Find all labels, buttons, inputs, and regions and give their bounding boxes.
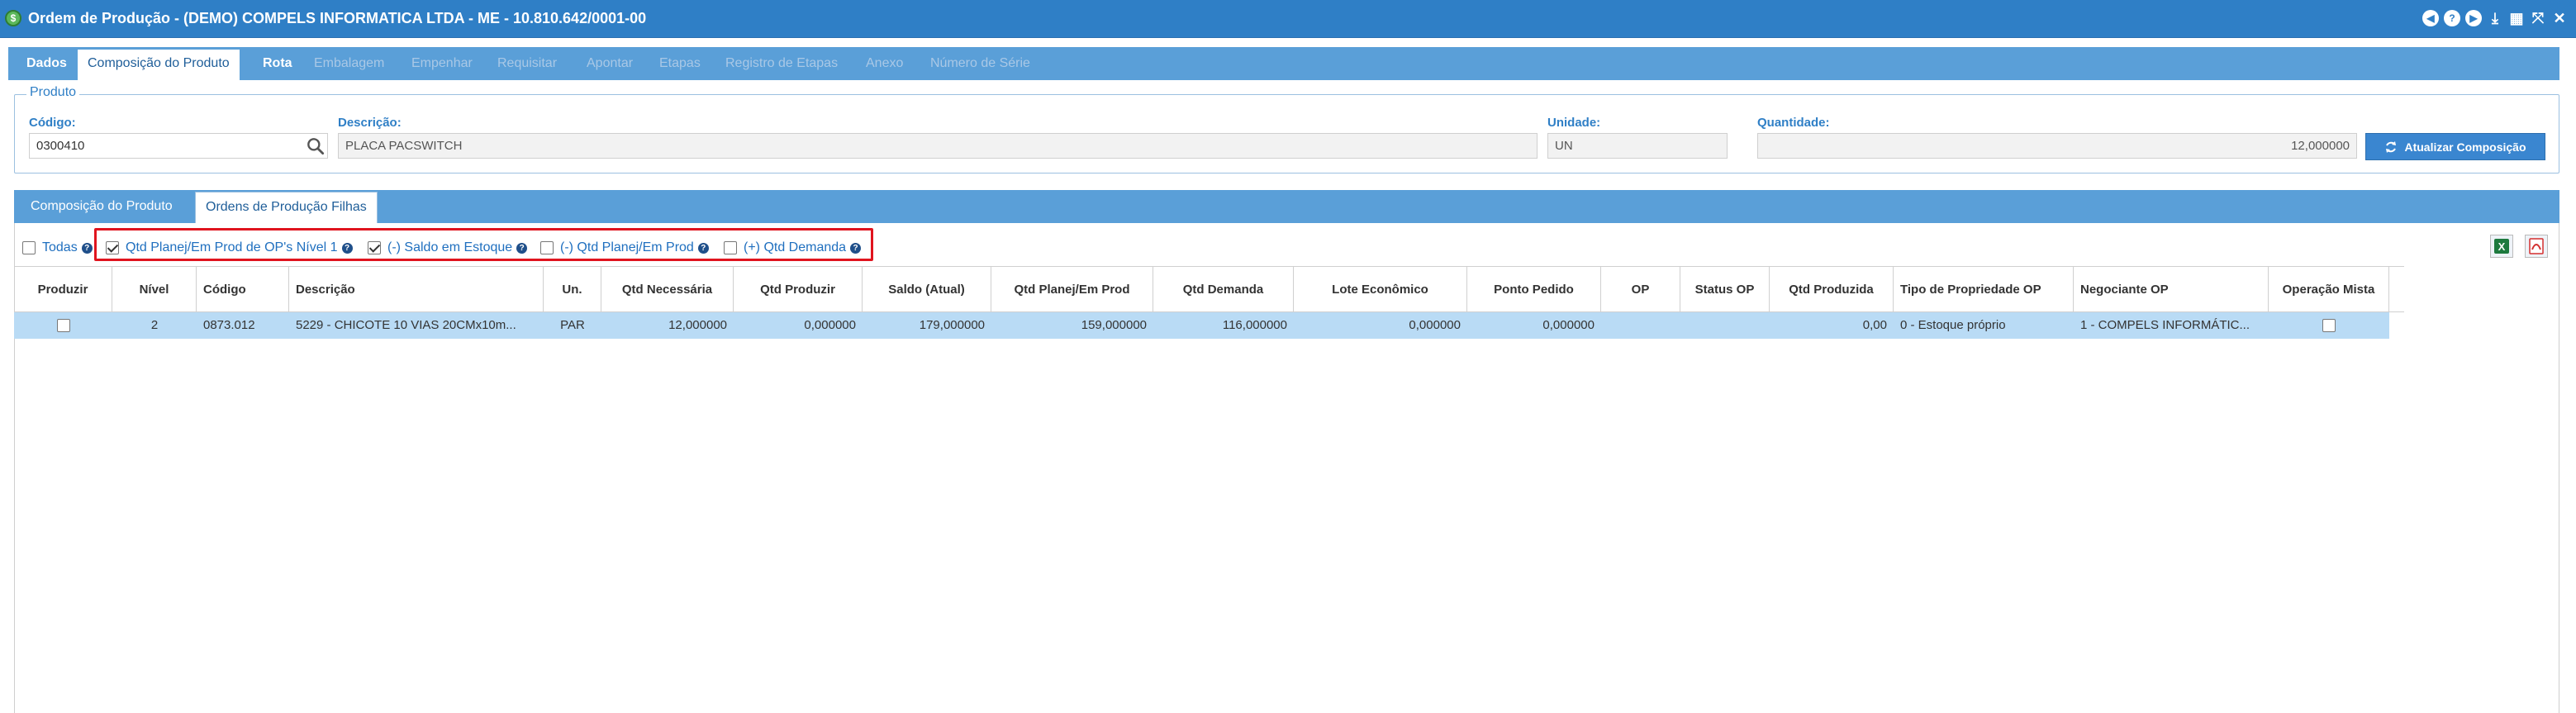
cell-ponto-pedido: 0,000000 bbox=[1542, 318, 1595, 332]
col-qtd-demanda[interactable]: Qtd Demanda bbox=[1153, 267, 1294, 313]
col-un[interactable]: Un. bbox=[544, 267, 601, 313]
tab-anexo[interactable]: Anexo bbox=[866, 47, 903, 80]
help-icon[interactable]: ? bbox=[81, 242, 93, 254]
cell-lote-economico: 0,000000 bbox=[1409, 318, 1461, 332]
col-qtd-produzir[interactable]: Qtd Produzir bbox=[734, 267, 863, 313]
cell-op bbox=[1601, 312, 1680, 339]
col-nivel[interactable]: Nível bbox=[112, 267, 197, 313]
table-row[interactable]: 2 0873.012 5229 - CHICOTE 10 VIAS 20CMx1… bbox=[14, 312, 2389, 339]
back-icon[interactable]: ◀ bbox=[2422, 10, 2439, 26]
quantidade-field: 12,000000 bbox=[1757, 133, 2357, 159]
produto-legend: Produto bbox=[26, 85, 80, 100]
excel-icon: X bbox=[2494, 239, 2509, 254]
col-qtd-produzida[interactable]: Qtd Produzida bbox=[1770, 267, 1894, 313]
tab-requisitar[interactable]: Requisitar bbox=[497, 47, 557, 80]
atualizar-composicao-label: Atualizar Composição bbox=[2404, 140, 2526, 154]
export-excel-button[interactable]: X bbox=[2490, 235, 2513, 258]
col-negociante[interactable]: Negociante OP bbox=[2074, 267, 2269, 313]
tab-etapas[interactable]: Etapas bbox=[659, 47, 701, 80]
cell-negociante: 1 - COMPELS INFORMÁTIC... bbox=[2080, 318, 2250, 332]
produzir-checkbox[interactable] bbox=[56, 319, 70, 333]
subtab-composicao-produto[interactable]: Composição do Produto bbox=[31, 190, 173, 223]
codigo-field[interactable]: 0300410 bbox=[29, 133, 328, 159]
resize-icon[interactable]: ⤧ bbox=[2530, 10, 2546, 26]
tab-empenhar[interactable]: Empenhar bbox=[411, 47, 473, 80]
col-tipo-propriedade[interactable]: Tipo de Propriedade OP bbox=[1894, 267, 2074, 313]
unidade-field: UN bbox=[1547, 133, 1728, 159]
cell-produzir[interactable] bbox=[14, 312, 112, 339]
atualizar-composicao-button[interactable]: Atualizar Composição bbox=[2365, 133, 2545, 160]
cell-qtd-produzir: 0,000000 bbox=[804, 318, 856, 332]
todas-label: Todas bbox=[42, 240, 78, 254]
main-tab-bar: Dados Composição do Produto Rota Embalag… bbox=[8, 47, 2559, 80]
sub-tab-bar: Composição do Produto Ordens de Produção… bbox=[14, 190, 2559, 223]
window-title-bar: $ Ordem de Produção - (DEMO) COMPELS INF… bbox=[0, 0, 2576, 38]
col-qtd-planej[interactable]: Qtd Planej/Em Prod bbox=[991, 267, 1153, 313]
pdf-icon bbox=[2529, 238, 2544, 254]
col-codigo[interactable]: Código bbox=[197, 267, 289, 313]
filter-todas[interactable]: Todas ? bbox=[22, 240, 93, 256]
svg-text:X: X bbox=[2498, 240, 2506, 253]
table-header: Produzir Nível Código Descrição Un. Qtd … bbox=[14, 266, 2404, 313]
refresh-icon bbox=[2386, 140, 2397, 153]
forward-icon[interactable]: ▶ bbox=[2465, 10, 2482, 26]
col-status-op[interactable]: Status OP bbox=[1680, 267, 1770, 313]
unidade-label: Unidade: bbox=[1547, 116, 1601, 130]
subtab-ordens-producao-filhas[interactable]: Ordens de Produção Filhas bbox=[195, 192, 378, 223]
cell-descricao: 5229 - CHICOTE 10 VIAS 20CMx10m... bbox=[296, 318, 516, 332]
window-controls: ◀ ? ▶ ⤓ ▦ ⤧ ✕ bbox=[2422, 10, 2568, 26]
col-descricao[interactable]: Descrição bbox=[289, 267, 544, 313]
tab-registro-etapas[interactable]: Registro de Etapas bbox=[725, 47, 838, 80]
cell-tipo-propriedade: 0 - Estoque próprio bbox=[1900, 318, 2006, 332]
cell-qtd-planej: 159,000000 bbox=[1081, 318, 1147, 332]
highlight-box bbox=[94, 228, 873, 261]
tab-composicao-produto[interactable]: Composição do Produto bbox=[78, 47, 240, 80]
cell-qtd-necessaria: 12,000000 bbox=[668, 318, 727, 332]
cell-saldo-atual: 179,000000 bbox=[919, 318, 985, 332]
col-saldo-atual[interactable]: Saldo (Atual) bbox=[863, 267, 991, 313]
close-icon[interactable]: ✕ bbox=[2551, 10, 2568, 26]
calendar-icon[interactable]: ▦ bbox=[2508, 10, 2525, 26]
col-lote-economico[interactable]: Lote Econômico bbox=[1294, 267, 1467, 313]
operacao-mista-checkbox[interactable] bbox=[2322, 319, 2336, 333]
descricao-label: Descrição: bbox=[338, 116, 402, 130]
tab-dados[interactable]: Dados bbox=[26, 47, 67, 80]
col-operacao-mista[interactable]: Operação Mista bbox=[2269, 267, 2389, 313]
cell-un: PAR bbox=[560, 318, 585, 332]
cell-qtd-produzida: 0,00 bbox=[1862, 318, 1887, 332]
codigo-label: Código: bbox=[29, 116, 76, 130]
cell-status-op bbox=[1680, 312, 1770, 339]
help-icon[interactable]: ? bbox=[2444, 10, 2460, 26]
tab-rota[interactable]: Rota bbox=[263, 47, 292, 80]
cell-operacao-mista[interactable] bbox=[2269, 312, 2389, 339]
tab-embalagem[interactable]: Embalagem bbox=[314, 47, 384, 80]
cell-qtd-demanda: 116,000000 bbox=[1222, 318, 1287, 332]
col-ponto-pedido[interactable]: Ponto Pedido bbox=[1467, 267, 1601, 313]
cell-codigo: 0873.012 bbox=[203, 318, 255, 332]
descricao-field: PLACA PACSWITCH bbox=[338, 133, 1538, 159]
tab-numero-serie[interactable]: Número de Série bbox=[930, 47, 1030, 80]
col-produzir[interactable]: Produzir bbox=[14, 267, 112, 313]
download-icon[interactable]: ⤓ bbox=[2487, 10, 2503, 26]
col-op[interactable]: OP bbox=[1601, 267, 1680, 313]
todas-checkbox[interactable] bbox=[22, 241, 36, 254]
col-qtd-necessaria[interactable]: Qtd Necessária bbox=[601, 267, 734, 313]
export-pdf-button[interactable] bbox=[2525, 235, 2548, 258]
cell-nivel: 2 bbox=[150, 318, 159, 332]
app-logo-icon: $ bbox=[5, 10, 21, 26]
tab-apontar[interactable]: Apontar bbox=[587, 47, 633, 80]
quantidade-label: Quantidade: bbox=[1757, 116, 1830, 130]
search-icon[interactable] bbox=[305, 135, 326, 157]
window-title: Ordem de Produção - (DEMO) COMPELS INFOR… bbox=[28, 10, 647, 26]
